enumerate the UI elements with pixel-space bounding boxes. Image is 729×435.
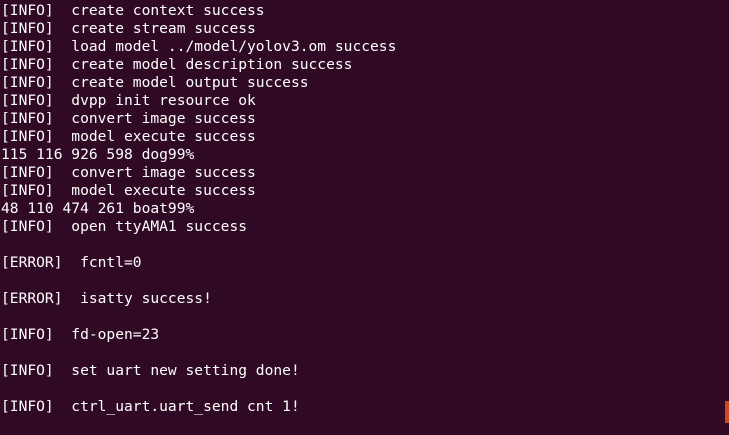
terminal-line: [ERROR] fcntl=0 — [1, 254, 142, 271]
terminal-line: [INFO] create model output success — [1, 74, 309, 91]
terminal-line: [INFO] create context success — [1, 2, 265, 19]
terminal-line: [INFO] create model description success — [1, 56, 353, 73]
terminal-line: [INFO] set uart new setting done! — [1, 362, 300, 379]
terminal-line: [INFO] load model ../model/yolov3.om suc… — [1, 38, 397, 55]
terminal-line: [INFO] model execute success — [1, 182, 256, 199]
terminal-line: [INFO] convert image success — [1, 110, 256, 127]
terminal-line: [INFO] dvpp init resource ok — [1, 92, 256, 109]
terminal-line: 115 116 926 598 dog99% — [1, 146, 195, 163]
terminal-line: [INFO] model execute success — [1, 128, 256, 145]
terminal-line: [INFO] open ttyAMA1 success — [1, 218, 248, 235]
terminal-line: [INFO] fd-open=23 — [1, 326, 160, 343]
terminal-line: [ERROR] isatty success! — [1, 290, 212, 307]
terminal-line: [INFO] ctrl_uart.uart_send cnt 1! — [1, 398, 300, 415]
terminal-window[interactable]: [INFO] create context success [INFO] cre… — [0, 0, 729, 435]
terminal-cursor — [725, 401, 729, 423]
terminal-line: [INFO] create stream success — [1, 20, 256, 37]
terminal-line: 48 110 474 261 boat99% — [1, 200, 195, 217]
terminal-line: [INFO] convert image success — [1, 164, 256, 181]
